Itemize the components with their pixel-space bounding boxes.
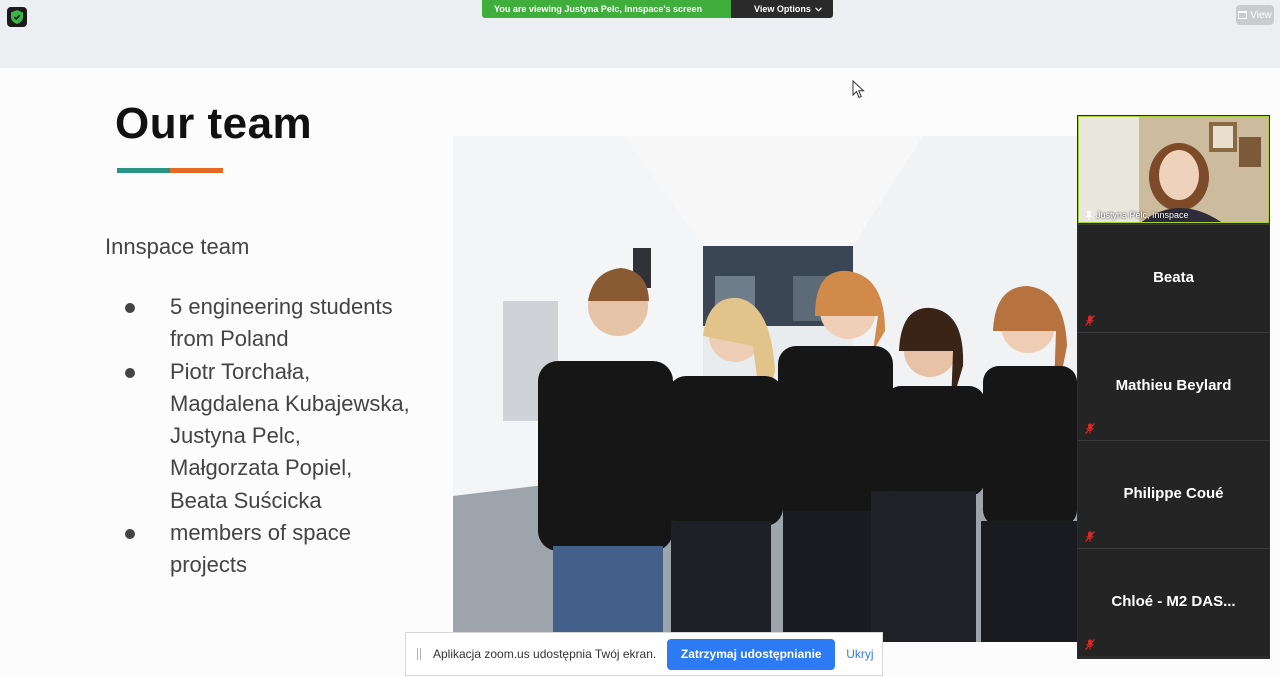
bullet-dot-icon xyxy=(125,367,135,378)
participant-tile[interactable]: Chloé - M2 DAS... xyxy=(1078,548,1269,656)
bullet-line: 5 engineering students xyxy=(170,294,393,319)
security-shield-icon[interactable] xyxy=(7,7,27,27)
viewing-screen-text: You are viewing Justyna Pelc, Innspace's… xyxy=(482,0,731,18)
participant-name: Chloé - M2 DAS... xyxy=(1111,593,1236,610)
bullet-line: from Poland xyxy=(170,326,289,352)
bullet-line: Małgorzata Popiel, xyxy=(170,455,353,481)
bullet-dot-icon xyxy=(125,303,135,313)
bullet-line: Beata Suścicka xyxy=(170,487,322,513)
title-underline xyxy=(117,168,223,173)
bullet-line: Justyna Pelc, xyxy=(170,423,301,449)
participant-name: Philippe Coué xyxy=(1123,485,1224,502)
slide-subtitle: Innspace team xyxy=(105,234,250,259)
stop-sharing-button[interactable]: Zatrzymaj udostępnianie xyxy=(667,638,836,670)
view-button-label: View xyxy=(1250,9,1272,21)
muted-mic-icon xyxy=(1085,639,1095,650)
bullet-line: Piotr Torchała, xyxy=(170,358,311,384)
zoom-top-bar: You are viewing Justyna Pelc, Innspace's… xyxy=(0,0,1280,68)
active-speaker-label: Justyna Pelc, Innspace xyxy=(1096,210,1189,220)
bullet-item: members of space projects xyxy=(125,517,435,582)
participant-tile[interactable]: Philippe Coué xyxy=(1078,440,1269,548)
bullet-item: 5 engineering students from Poland xyxy=(125,291,435,356)
participant-tile[interactable]: Beata xyxy=(1078,224,1269,332)
participant-tile[interactable]: Mathieu Beylard xyxy=(1078,332,1269,440)
grid-view-icon xyxy=(1238,11,1248,19)
view-layout-button[interactable]: View xyxy=(1236,5,1274,25)
pin-icon xyxy=(1086,210,1092,220)
slide-title: Our team xyxy=(115,99,313,148)
bullet-line: projects xyxy=(170,552,248,578)
chevron-down-icon xyxy=(814,6,822,12)
bullet-list: 5 engineering students from Poland Piotr… xyxy=(125,291,435,582)
active-speaker-video[interactable]: Justyna Pelc, Innspace xyxy=(1078,116,1269,223)
active-speaker-name: Justyna Pelc, Innspace xyxy=(1085,210,1189,220)
view-options-button[interactable]: View Options xyxy=(731,0,833,18)
screen-share-bar: Aplikacja zoom.us udostępnia Twój ekran.… xyxy=(405,632,883,676)
participant-panel: Justyna Pelc, Innspace Beata Mathieu Bey… xyxy=(1077,115,1270,659)
bullet-line: members of space xyxy=(170,520,351,546)
viewing-screen-banner: You are viewing Justyna Pelc, Innspace's… xyxy=(482,0,833,18)
hide-link[interactable]: Ukryj xyxy=(846,647,873,661)
bullet-dot-icon xyxy=(125,529,135,540)
bullet-line: Magdalena Kubajewska, xyxy=(170,390,410,416)
muted-mic-icon xyxy=(1085,423,1095,434)
drag-handle-icon[interactable] xyxy=(417,648,423,660)
team-photo xyxy=(453,136,1077,642)
muted-mic-icon xyxy=(1085,531,1095,542)
mouse-cursor-icon xyxy=(852,80,865,99)
share-message: Aplikacja zoom.us udostępnia Twój ekran. xyxy=(433,647,657,661)
participant-name: Mathieu Beylard xyxy=(1115,377,1232,394)
participant-name: Beata xyxy=(1153,269,1194,286)
muted-mic-icon xyxy=(1085,315,1095,326)
view-options-label: View Options xyxy=(754,4,811,14)
bullet-item: Piotr Torchała, Magdalena Kubajewska, Ju… xyxy=(125,356,435,517)
